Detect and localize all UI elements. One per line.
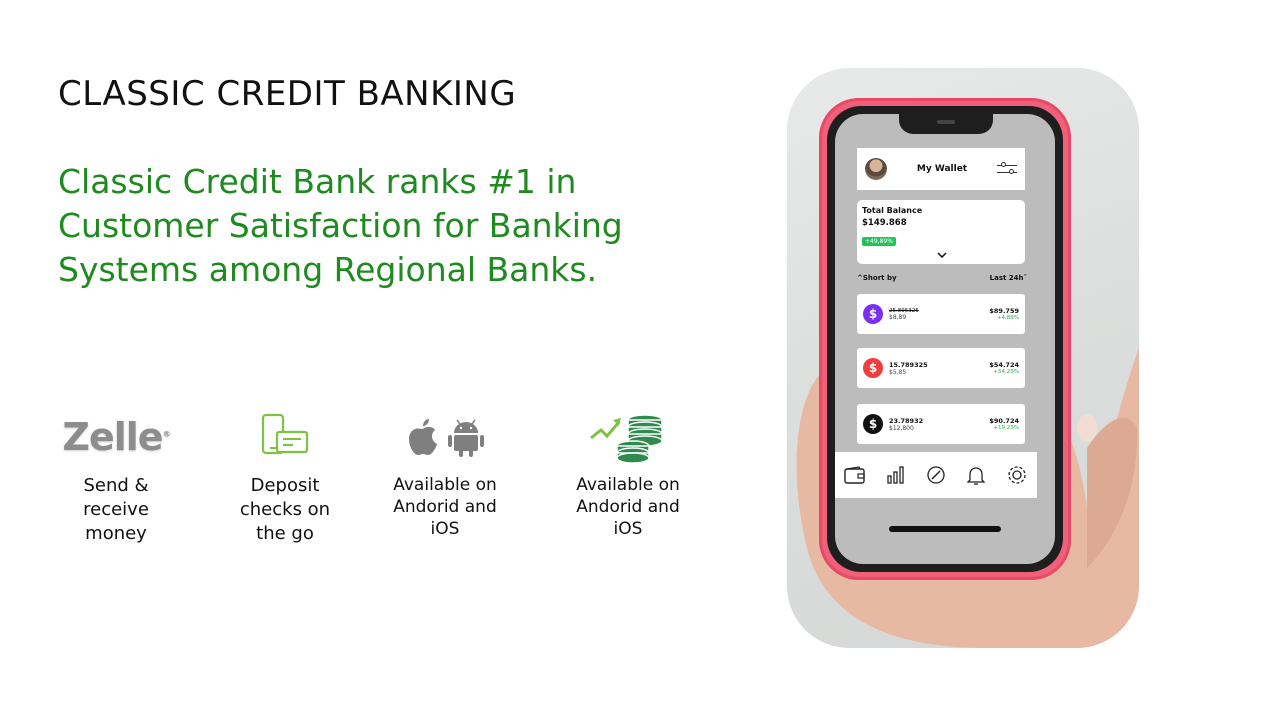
- phone-device: My Wallet Total Balance $149.868 +49,89%…: [819, 98, 1071, 580]
- coin-price: $54.724: [989, 361, 1019, 369]
- feature-growth: Available on Andorid and iOS: [572, 408, 684, 540]
- apple-icon: [409, 419, 437, 455]
- phone-photo: My Wallet Total Balance $149.868 +49,89%…: [787, 68, 1139, 648]
- coins-growth-icon: [572, 408, 684, 466]
- wallet-header: My Wallet: [857, 148, 1025, 190]
- list-item[interactable]: $ 15.789325 $5,85 $54.724 +54,23%: [857, 348, 1025, 388]
- feature-label: Available on Andorid and iOS: [393, 475, 497, 539]
- balance-card[interactable]: Total Balance $149.868 +49,89%: [857, 200, 1025, 264]
- list-item[interactable]: $ 25.895325 $8,89 $89.759 +4,89%: [857, 294, 1025, 334]
- bell-icon[interactable]: [965, 464, 987, 486]
- apple-android-icon: [386, 408, 504, 466]
- zelle-logo: Zelle®: [62, 415, 170, 459]
- page-title: CLASSIC CREDIT BANKING: [58, 74, 517, 114]
- coin-sub: $8,89: [889, 313, 907, 321]
- coin-price: $89.759: [989, 307, 1019, 315]
- coin-amount: 23.78932: [889, 416, 924, 425]
- coin-change: +19,23%: [993, 425, 1019, 431]
- phone-screen: My Wallet Total Balance $149.868 +49,89%…: [835, 114, 1055, 564]
- coin-amount: 15.789325: [889, 360, 928, 369]
- coin-sub: $5,85: [889, 368, 907, 376]
- compass-icon[interactable]: [925, 464, 947, 486]
- coin-price: $90.724: [989, 417, 1019, 425]
- tab-bar: [835, 452, 1037, 498]
- tagline: Classic Credit Bank ranks #1 in Customer…: [58, 162, 623, 289]
- gear-icon[interactable]: [1006, 464, 1028, 486]
- home-indicator: [889, 526, 1001, 532]
- balance-amount: $149.868: [862, 218, 907, 228]
- feature-label: Send & receive money: [83, 475, 149, 544]
- chart-icon[interactable]: [885, 464, 907, 486]
- phone-notch: [899, 114, 993, 134]
- balance-label: Total Balance: [862, 206, 923, 215]
- coin-change: +4,89%: [996, 315, 1019, 321]
- coin-sub: $12,800: [889, 424, 914, 432]
- feature-label: Deposit checks on the go: [239, 475, 331, 544]
- dollar-coin-icon: $: [863, 414, 883, 434]
- avatar[interactable]: [865, 158, 887, 180]
- filter-icon[interactable]: [997, 161, 1017, 177]
- chevron-down-icon: ˇ: [1023, 274, 1028, 282]
- feature-deposit: Deposit checks on the go: [228, 408, 342, 546]
- wallet-title: My Wallet: [916, 164, 968, 174]
- feature-platforms: Available on Andorid and iOS: [386, 408, 504, 540]
- dollar-coin-icon: $: [863, 358, 883, 378]
- list-item[interactable]: $ 23.78932 $12,800 $90.724 +19,23%: [857, 404, 1025, 444]
- sort-by-control[interactable]: ^Short by: [857, 274, 897, 282]
- time-range-control[interactable]: Last 24hˇ: [990, 274, 1027, 282]
- balance-change-badge: +49,89%: [862, 237, 896, 246]
- dollar-coin-icon: $: [863, 304, 883, 324]
- feature-label: Available on Andorid and iOS: [576, 475, 680, 539]
- chevron-down-icon[interactable]: [937, 251, 947, 260]
- wallet-icon[interactable]: [844, 464, 866, 486]
- android-icon: [448, 419, 484, 457]
- feature-zelle: Zelle® Send & receive money: [60, 408, 172, 546]
- mobile-check-deposit-icon: [228, 408, 342, 466]
- sort-row: ^Short by Last 24hˇ: [857, 274, 1027, 282]
- coin-change: +54,23%: [993, 369, 1019, 375]
